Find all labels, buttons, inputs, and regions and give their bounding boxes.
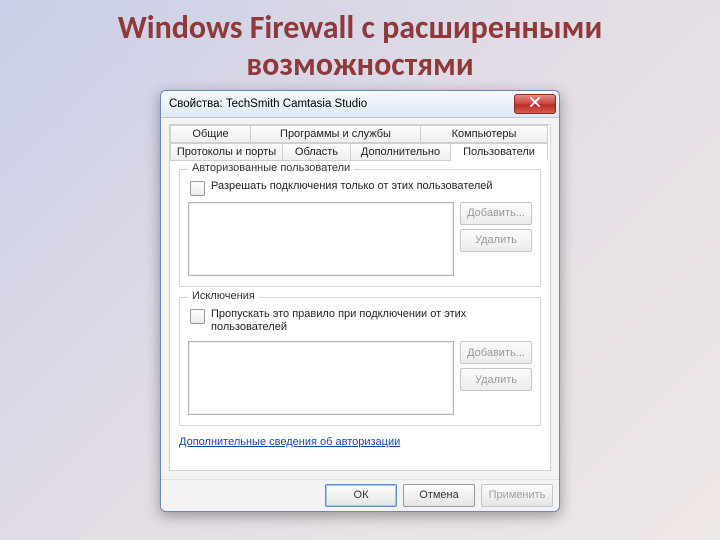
checkbox-skip-rule[interactable] <box>190 309 205 324</box>
slide-title: Windows Firewall с расширенными возможно… <box>20 10 700 84</box>
dialog-button-row: ОК Отмена Применить <box>161 479 559 511</box>
close-button[interactable] <box>514 94 556 114</box>
add-exception-button[interactable]: Добавить... <box>460 341 532 364</box>
cancel-button[interactable]: Отмена <box>403 484 475 507</box>
apply-button[interactable]: Применить <box>481 484 553 507</box>
group-authorized-users: Авторизованные пользователи Разрешать по… <box>179 169 541 287</box>
help-link-authorization[interactable]: Дополнительные сведения об авторизации <box>179 436 400 448</box>
tabstrip: Общие Программы и службы Компьютеры Прот… <box>169 124 551 161</box>
tab-users-content: Авторизованные пользователи Разрешать по… <box>169 161 551 471</box>
tab-protocols-ports[interactable]: Протоколы и порты <box>170 143 283 161</box>
properties-dialog: Свойства: TechSmith Camtasia Studio Общи… <box>160 90 560 512</box>
tab-computers[interactable]: Компьютеры <box>421 125 548 143</box>
tab-general[interactable]: Общие <box>170 125 251 143</box>
add-authorized-button[interactable]: Добавить... <box>460 202 532 225</box>
remove-authorized-button[interactable]: Удалить <box>460 229 532 252</box>
listbox-authorized-users[interactable] <box>188 202 454 276</box>
checkbox-skip-label: Пропускать это правило при подключении о… <box>211 308 532 336</box>
group-title-exceptions: Исключения <box>188 290 259 302</box>
listbox-exception-users[interactable] <box>188 341 454 415</box>
checkbox-allow-label: Разрешать подключения только от этих пол… <box>211 180 493 194</box>
dialog-title: Свойства: TechSmith Camtasia Studio <box>169 98 367 110</box>
checkbox-allow-only-these-users[interactable] <box>190 181 205 196</box>
tab-users[interactable]: Пользователи <box>451 143 548 161</box>
tab-scope[interactable]: Область <box>283 143 351 161</box>
close-icon <box>530 97 540 110</box>
group-exceptions: Исключения Пропускать это правило при по… <box>179 297 541 427</box>
titlebar[interactable]: Свойства: TechSmith Camtasia Studio <box>161 91 559 118</box>
tab-programs-services[interactable]: Программы и службы <box>251 125 421 143</box>
dialog-body: Общие Программы и службы Компьютеры Прот… <box>161 118 559 479</box>
tab-advanced[interactable]: Дополнительно <box>351 143 451 161</box>
ok-button[interactable]: ОК <box>325 484 397 507</box>
remove-exception-button[interactable]: Удалить <box>460 368 532 391</box>
group-title-authorized: Авторизованные пользователи <box>188 162 354 174</box>
